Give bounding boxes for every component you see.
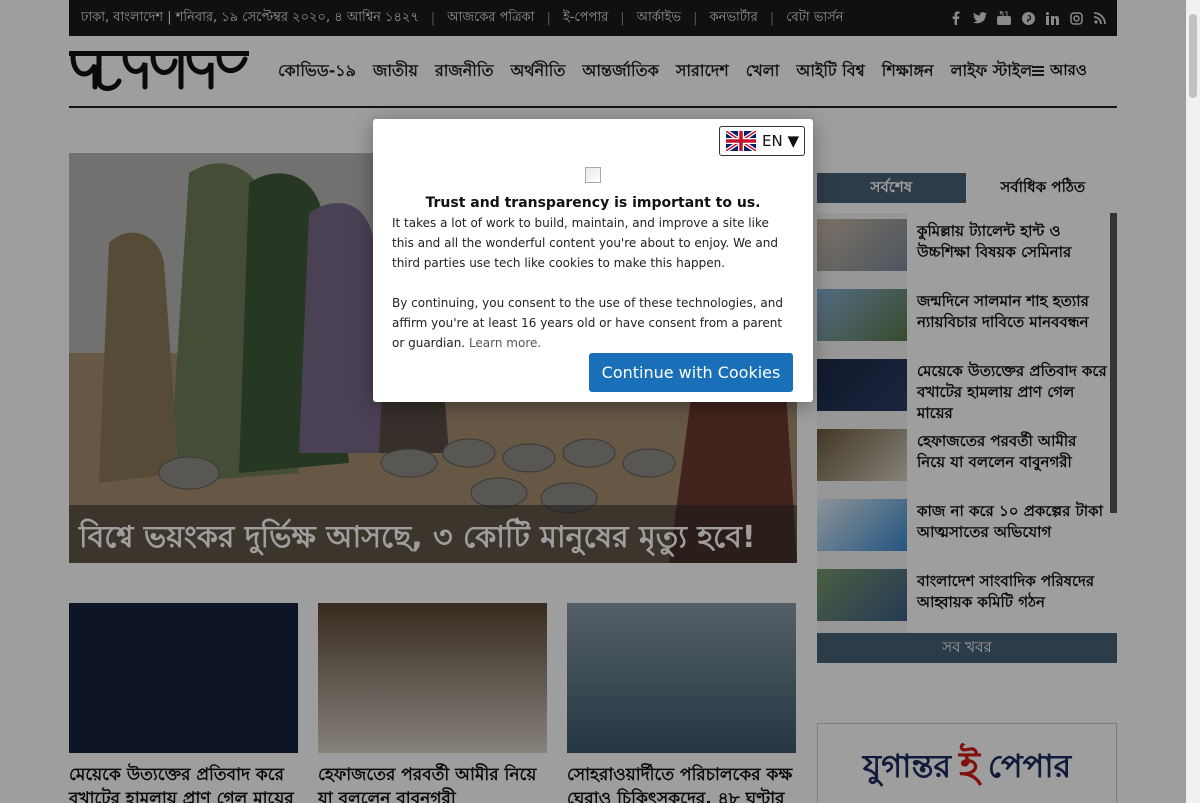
dialog-title: Trust and transparency is important to u…: [425, 195, 761, 211]
learn-more-link[interactable]: Learn more.: [469, 336, 541, 350]
dialog-body: It takes a lot of work to build, maintai…: [392, 213, 794, 353]
consent-text: By continuing, you consent to the use of…: [392, 296, 783, 350]
broken-image-icon: [585, 167, 601, 183]
language-select[interactable]: EN ▼: [719, 126, 805, 156]
continue-with-cookies-button[interactable]: Continue with Cookies: [589, 353, 793, 392]
dialog-paragraph: It takes a lot of work to build, maintai…: [392, 216, 779, 270]
language-label: EN ▼: [762, 132, 800, 150]
page-scrollbar[interactable]: [1186, 0, 1200, 803]
cookie-consent-dialog: EN ▼ Trust and transparency is important…: [373, 119, 813, 402]
page-scrollbar-thumb[interactable]: [1189, 14, 1197, 98]
dialog-paragraph: By continuing, you consent to the use of…: [392, 293, 794, 353]
uk-flag-icon: [726, 131, 756, 151]
